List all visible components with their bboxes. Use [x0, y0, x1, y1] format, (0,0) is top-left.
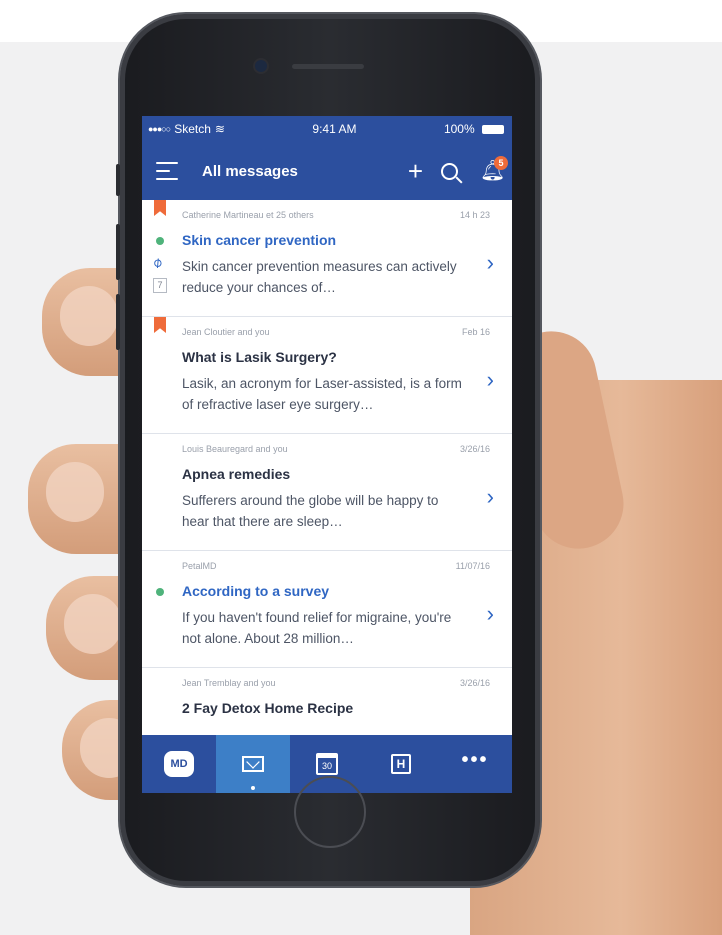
message-subject: What is Lasik Surgery? — [182, 349, 337, 365]
page-title: All messages — [202, 162, 298, 180]
message-item[interactable]: ⌀ 7 Catherine Martineau et 25 others 14 … — [142, 200, 512, 317]
message-from: Jean Cloutier and you — [182, 327, 270, 337]
message-subject: According to a survey — [182, 583, 330, 599]
wifi-icon: ≋ — [214, 122, 225, 136]
tab-messages[interactable] — [216, 735, 290, 793]
message-list: ⌀ 7 Catherine Martineau et 25 others 14 … — [142, 200, 512, 735]
paperclip-icon: ⌀ — [148, 253, 166, 271]
message-item[interactable]: Louis Beauregard and you 3/26/16 Apnea r… — [142, 434, 512, 551]
battery-label: 100% — [443, 122, 475, 136]
unread-dot — [156, 588, 164, 596]
md-logo-icon: MD — [164, 751, 194, 777]
status-time: 9:41 AM — [312, 122, 357, 136]
bookmark-icon — [154, 200, 166, 216]
message-subject: Apnea remedies — [182, 466, 291, 482]
message-from: Catherine Martineau et 25 others — [182, 210, 314, 220]
message-preview: Sufferers around the globe will be happy… — [182, 493, 439, 529]
message-date: 3/26/16 — [459, 678, 490, 688]
menu-icon[interactable] — [156, 162, 178, 180]
phone-device: ●●●○○ Sketch ≋ 9:41 AM 100% All messages… — [116, 14, 540, 886]
message-item[interactable]: PetalMD 11/07/16 According to a survey I… — [142, 551, 512, 668]
status-bar: ●●●○○ Sketch ≋ 9:41 AM 100% — [142, 116, 512, 142]
more-icon: ••• — [461, 749, 489, 771]
notification-badge: 5 — [494, 156, 508, 170]
tab-md[interactable]: MD — [142, 735, 216, 793]
signal-icon: ●●●○○ — [148, 124, 171, 134]
earpiece-speaker — [292, 64, 364, 69]
hospital-icon: H — [391, 754, 411, 774]
message-from: PetalMD — [182, 561, 217, 571]
message-preview: Lasik, an acronym for Laser-assisted, is… — [182, 376, 462, 412]
message-date: 3/26/16 — [459, 444, 490, 454]
chevron-right-icon[interactable]: › — [487, 250, 494, 276]
phone-screen: ●●●○○ Sketch ≋ 9:41 AM 100% All messages… — [142, 116, 512, 793]
chevron-right-icon[interactable]: › — [487, 484, 494, 510]
unread-dot — [156, 237, 164, 245]
calendar-icon: 30 — [316, 753, 338, 775]
front-camera — [255, 60, 267, 72]
notifications-button[interactable]: 🔔︎ 5 — [480, 156, 508, 182]
message-item[interactable]: Jean Tremblay and you 3/26/16 2 Fay Deto… — [142, 668, 512, 728]
volume-down-button — [116, 294, 120, 350]
message-item[interactable]: Jean Cloutier and you Feb 16 What is Las… — [142, 317, 512, 434]
chevron-right-icon[interactable]: › — [487, 601, 494, 627]
chevron-right-icon[interactable]: › — [487, 367, 494, 393]
battery-icon — [481, 125, 504, 135]
app-header: All messages + 🔔︎ 5 — [142, 142, 512, 200]
volume-up-button — [116, 224, 120, 280]
message-from: Jean Tremblay and you — [182, 678, 276, 688]
message-date: 14 h 23 — [459, 210, 490, 220]
mute-switch — [116, 164, 120, 196]
message-date: 11/07/16 — [455, 561, 490, 571]
message-preview: Skin cancer prevention measures can acti… — [182, 259, 457, 295]
message-preview: If you haven't found relief for migraine… — [182, 610, 452, 646]
tab-more[interactable]: ••• — [438, 735, 512, 793]
message-subject: Skin cancer prevention — [182, 232, 337, 248]
message-date: Feb 16 — [461, 327, 490, 337]
search-icon[interactable] — [441, 162, 458, 180]
mail-icon — [242, 756, 264, 772]
plus-icon[interactable]: + — [408, 158, 423, 184]
message-subject: 2 Fay Detox Home Recipe — [182, 700, 354, 716]
home-button[interactable] — [294, 776, 366, 848]
bookmark-icon — [154, 317, 166, 333]
thread-count: 7 — [153, 278, 167, 293]
carrier-label: Sketch — [174, 122, 211, 136]
message-from: Louis Beauregard and you — [182, 444, 288, 454]
tab-hospital[interactable]: H — [364, 735, 438, 793]
